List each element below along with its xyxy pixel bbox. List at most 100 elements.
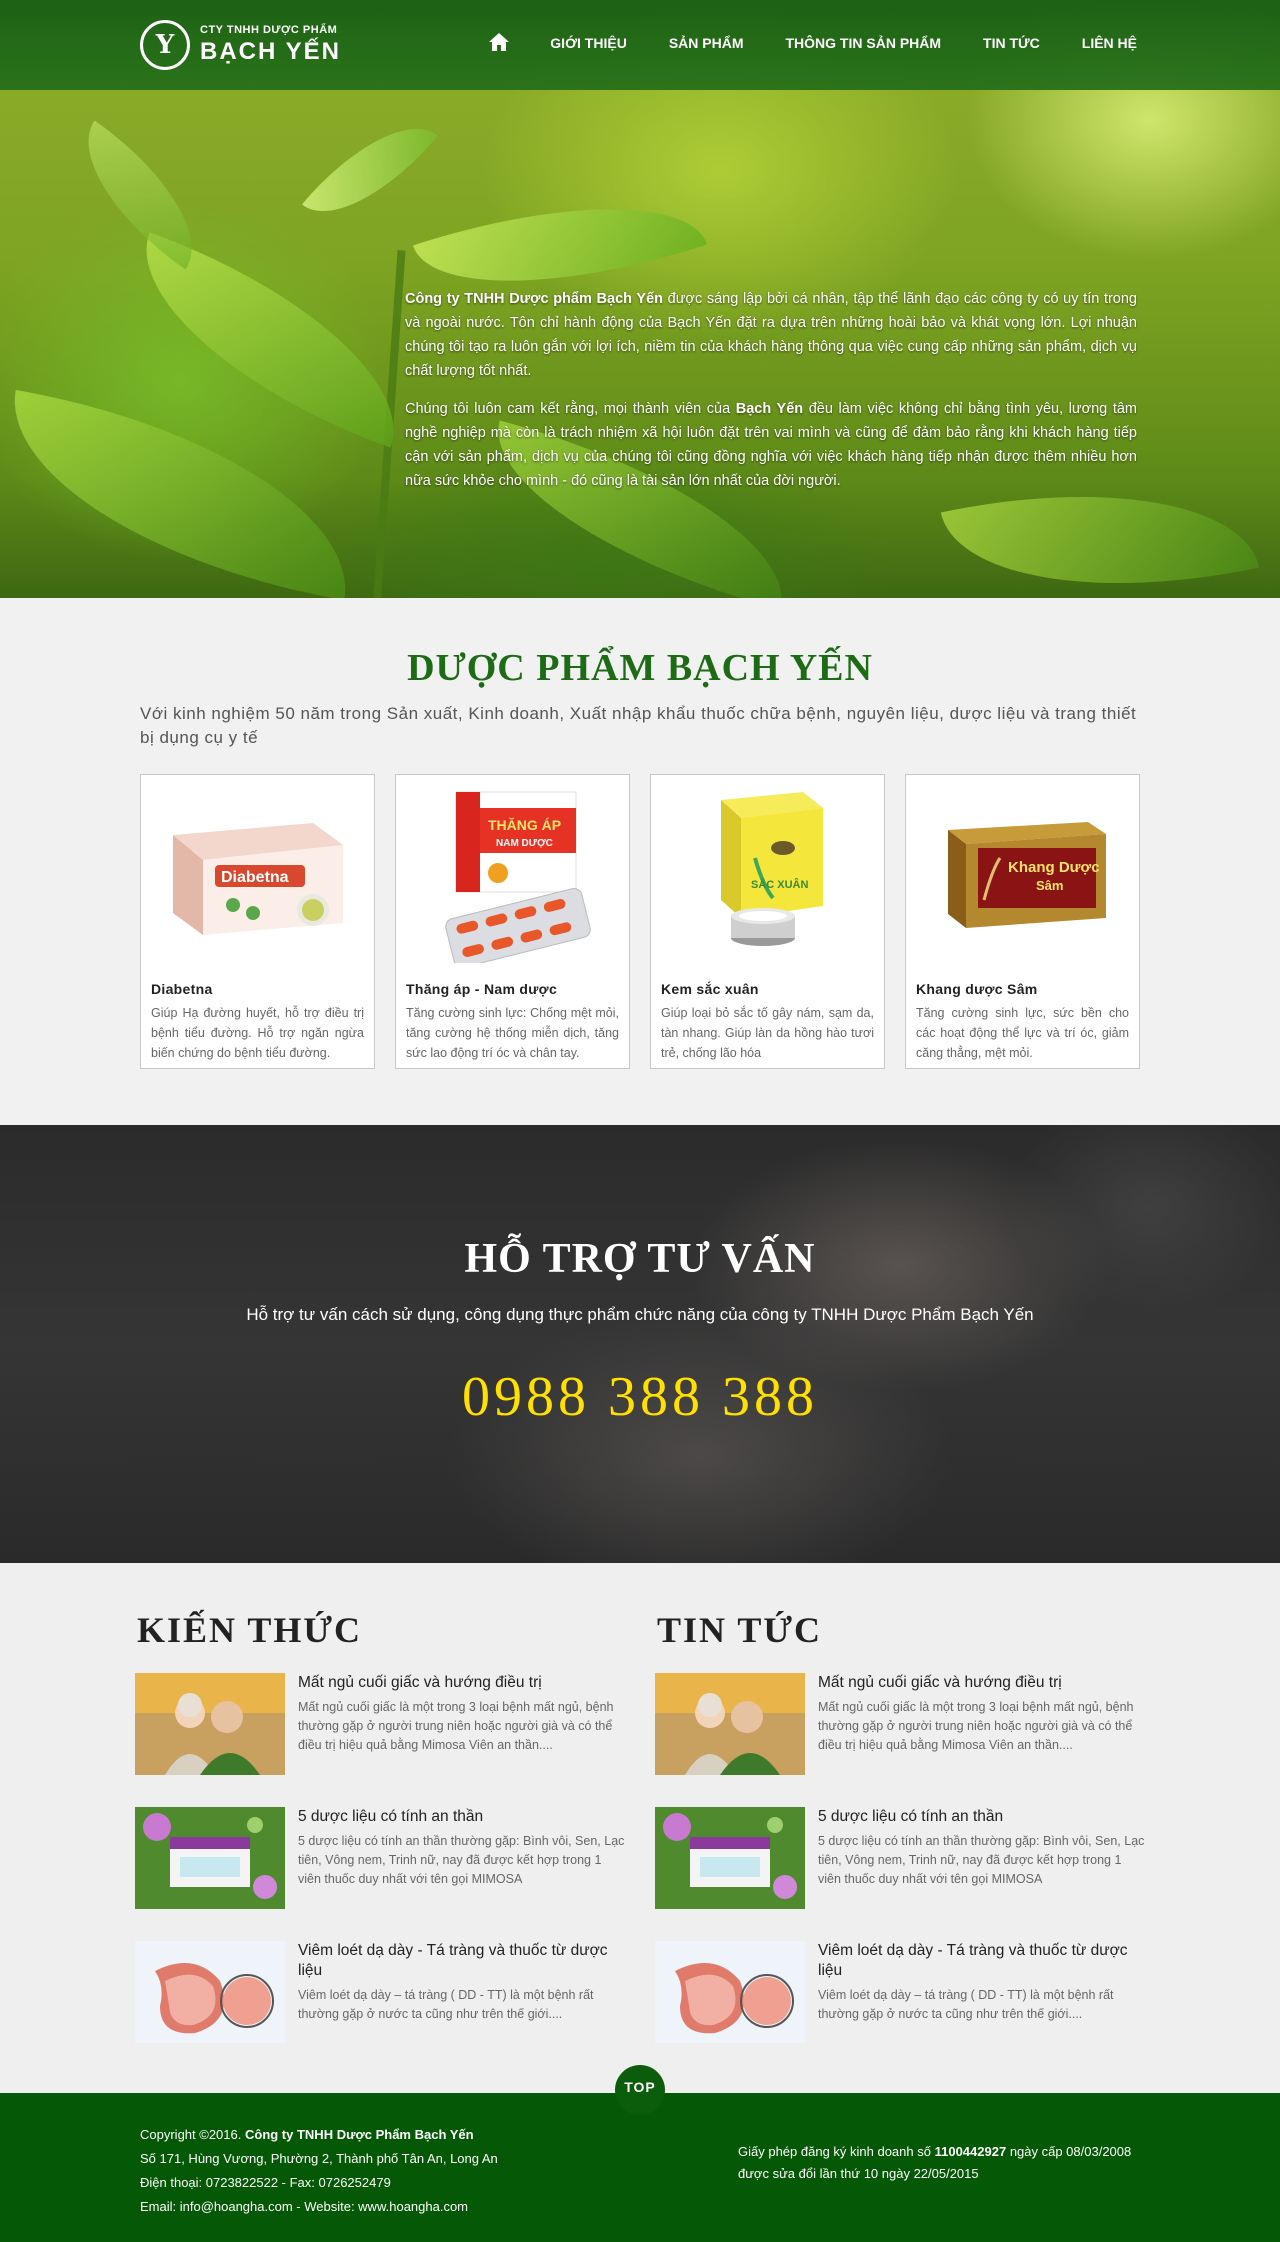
article-title[interactable]: Mất ngủ cuối giấc và hướng điều trị xyxy=(298,1673,625,1693)
license-date: ngày cấp 08/03/2008 xyxy=(1009,2144,1132,2159)
logo-tagline: CTY TNHH DƯỢC PHẨM xyxy=(200,24,338,36)
product-description: Giúp Hạ đường huyết, hỗ trợ điều trị bện… xyxy=(151,1006,364,1060)
logo-name: BẠCH YẾN xyxy=(200,38,341,65)
article-thumbnail[interactable] xyxy=(135,1673,285,1775)
tea-leaf-decoration xyxy=(108,232,432,448)
product-box-image: Khang Dược Sâm xyxy=(947,822,1106,928)
article-excerpt: Mất ngủ cuối giấc là một trong 3 loại bệ… xyxy=(818,1700,1134,1752)
article-title[interactable]: Viêm loét dạ dày - Tá tràng và thuốc từ … xyxy=(298,1941,625,1981)
support-section: HỖ TRỢ TƯ VẤN Hỗ trợ tư vấn cách sử dụng… xyxy=(0,1125,1280,1563)
brand-name: Bạch Yến xyxy=(735,401,804,417)
svg-text:NAM DƯỢC: NAM DƯỢC xyxy=(496,838,553,849)
back-to-top-button[interactable]: TOP xyxy=(615,2065,665,2115)
license-number: 1100442927 xyxy=(934,2144,1007,2159)
site-header: Y CTY TNHH DƯỢC PHẨM BẠCH YẾN GIỚI THIỆU… xyxy=(0,0,1280,90)
product-grid: Diabetna Diabetna Giúp Hạ đường huyết, h… xyxy=(140,774,1140,1069)
footer-license: Giấy phép đăng ký kinh doanh số 11004429… xyxy=(738,2141,1131,2185)
product-name[interactable]: Thăng áp - Nam dược xyxy=(406,981,619,997)
support-title: HỖ TRỢ TƯ VẤN xyxy=(464,1236,816,1282)
article-excerpt: 5 dược liệu có tính an thần thường gặp: … xyxy=(298,1834,625,1886)
about-intro: Công ty TNHH Dược phẩm Bạch Yến được sán… xyxy=(405,287,1137,507)
svg-text:Sâm: Sâm xyxy=(1036,878,1063,893)
article-thumbnail[interactable] xyxy=(135,1807,285,1909)
column-heading: KIẾN THỨC xyxy=(137,1610,363,1650)
nav-gioi-thieu[interactable]: GIỚI THIỆU xyxy=(550,35,627,51)
about-paragraph-2: Chúng tôi luôn cam kết rằng, mọi thành v… xyxy=(405,397,1137,493)
svg-text:THĂNG ÁP: THĂNG ÁP xyxy=(488,817,561,833)
nav-thong-tin-san-pham[interactable]: THÔNG TIN SẢN PHẨM xyxy=(785,35,941,51)
tea-leaf-decoration xyxy=(0,389,371,598)
article-item[interactable]: Viêm loét dạ dày - Tá tràng và thuốc từ … xyxy=(135,1941,625,2075)
product-card[interactable]: SẮC XUÂN Kem sắc xuân Giúp loại bỏ sắc t… xyxy=(650,774,885,1069)
article-thumbnail[interactable] xyxy=(135,1941,285,2043)
copyright-label: Copyright ©2016. xyxy=(140,2127,242,2142)
column-heading: TIN TỨC xyxy=(657,1610,823,1650)
article-item[interactable]: Mất ngủ cuối giấc và hướng điều trị Mất … xyxy=(135,1673,625,1807)
product-box-image: SẮC XUÂN xyxy=(720,791,823,946)
product-name[interactable]: Diabetna xyxy=(151,981,364,997)
support-subtitle: Hỗ trợ tư vấn cách sử dụng, công dụng th… xyxy=(246,1305,1034,1324)
tea-leaf-decoration xyxy=(302,97,438,243)
site-footer: Copyright ©2016. Công ty TNHH Dược Phẩm … xyxy=(0,2093,1280,2242)
svg-text:Khang Dược: Khang Dược xyxy=(1008,859,1100,876)
footer-address: Số 171, Hùng Vương, Phường 2, Thành phố … xyxy=(140,2151,498,2166)
article-title[interactable]: Viêm loét dạ dày - Tá tràng và thuốc từ … xyxy=(818,1941,1145,1981)
product-image[interactable]: Khang Dược Sâm xyxy=(916,785,1129,965)
article-item[interactable]: Viêm loét dạ dày - Tá tràng và thuốc từ … xyxy=(655,1941,1145,2075)
product-description: Giúp loại bỏ sắc tố gây nám, sạm da, tàn… xyxy=(661,1006,874,1060)
footer-contact: Copyright ©2016. Công ty TNHH Dược Phẩm … xyxy=(140,2123,498,2219)
copyright-company: Công ty TNHH Dược Phẩm Bạch Yến xyxy=(244,2127,474,2142)
company-name: Công ty TNHH Dược phẩm Bạch Yến xyxy=(405,291,663,307)
hotline-number[interactable]: 0988 388 388 xyxy=(0,1365,1280,1429)
article-item[interactable]: 5 dược liệu có tính an thần 5 dược liệu … xyxy=(655,1807,1145,1941)
nav-san-pham[interactable]: SẢN PHẨM xyxy=(669,35,744,51)
product-box-image: THĂNG ÁP NAM DƯỢC xyxy=(444,791,591,963)
products-title: DƯỢC PHẨM BẠCH YẾN xyxy=(407,647,873,689)
about-text: Chúng tôi luôn cam kết rằng, mọi thành v… xyxy=(405,401,736,417)
product-description: Tăng cường sinh lực: Chống mệt mỏi, tăng… xyxy=(406,1006,619,1060)
copyright: Copyright ©2016. Công ty TNHH Dược Phẩm … xyxy=(140,2123,498,2147)
article-thumbnail[interactable] xyxy=(655,1807,805,1909)
product-description: Tăng cường sinh lực, sức bền cho các hoạ… xyxy=(916,1006,1129,1060)
svg-text:Diabetna: Diabetna xyxy=(221,869,289,886)
site-logo[interactable]: Y CTY TNHH DƯỢC PHẨM BẠCH YẾN xyxy=(140,20,341,70)
article-excerpt: Mất ngủ cuối giấc là một trong 3 loại bệ… xyxy=(298,1700,614,1752)
article-excerpt: 5 dược liệu có tính an thần thường gặp: … xyxy=(818,1834,1145,1886)
product-image[interactable]: THĂNG ÁP NAM DƯỢC xyxy=(406,785,619,965)
article-title[interactable]: 5 dược liệu có tính an thần xyxy=(298,1807,625,1827)
article-excerpt: Viêm loét dạ dày – tá tràng ( DD - TT) l… xyxy=(298,1988,594,2021)
tea-leaf-decoration xyxy=(54,120,226,270)
main-nav: GIỚI THIỆU SẢN PHẨM THÔNG TIN SẢN PHẨM T… xyxy=(488,32,1137,54)
hero-banner: Y CTY TNHH DƯỢC PHẨM BẠCH YẾN GIỚI THIỆU… xyxy=(0,0,1280,598)
svg-text:SẮC XUÂN: SẮC XUÂN xyxy=(751,878,809,891)
license-revision: được sửa đổi lần thứ 10 ngày 22/05/2015 xyxy=(738,2166,979,2181)
product-image[interactable]: SẮC XUÂN xyxy=(661,785,874,965)
article-thumbnail[interactable] xyxy=(655,1673,805,1775)
article-title[interactable]: 5 dược liệu có tính an thần xyxy=(818,1807,1145,1827)
footer-email[interactable]: Email: info@hoangha.com - Website: www.h… xyxy=(140,2195,498,2219)
home-icon[interactable] xyxy=(488,32,510,54)
product-card[interactable]: THĂNG ÁP NAM DƯỢC Thăng áp - Nam dược Tă… xyxy=(395,774,630,1069)
product-card[interactable]: Diabetna Diabetna Giúp Hạ đường huyết, h… xyxy=(140,774,375,1069)
article-item[interactable]: 5 dược liệu có tính an thần 5 dược liệu … xyxy=(135,1807,625,1941)
logo-emblem-icon: Y xyxy=(140,20,190,70)
product-box-image: Diabetna xyxy=(172,823,343,935)
products-subtitle: Với kinh nghiệm 50 năm trong Sản xuất, K… xyxy=(140,704,1137,747)
nav-lien-he[interactable]: LIÊN HỆ xyxy=(1082,35,1137,51)
product-name[interactable]: Kem sắc xuân xyxy=(661,981,874,997)
products-section: DƯỢC PHẨM BẠCH YẾN Với kinh nghiệm 50 nă… xyxy=(0,598,1280,1125)
license-label: Giấy phép đăng ký kinh doanh số xyxy=(738,2144,931,2159)
article-item[interactable]: Mất ngủ cuối giấc và hướng điều trị Mất … xyxy=(655,1673,1145,1807)
about-paragraph-1: Công ty TNHH Dược phẩm Bạch Yến được sán… xyxy=(405,287,1137,383)
product-name[interactable]: Khang dược Sâm xyxy=(916,981,1129,997)
product-image[interactable]: Diabetna xyxy=(151,785,364,965)
news-section: KIẾN THỨC Mất ngủ cuối giấc và hướng điề… xyxy=(0,1563,1280,2115)
footer-phone: Điện thoại: 0723822522 - Fax: 0726252479 xyxy=(140,2175,391,2190)
news-column: TIN TỨC Mất ngủ cuối giấc và hướng điều … xyxy=(655,1609,1145,2075)
nav-tin-tuc[interactable]: TIN TỨC xyxy=(983,35,1040,51)
license-line: Giấy phép đăng ký kinh doanh số 11004429… xyxy=(738,2141,1131,2163)
article-thumbnail[interactable] xyxy=(655,1941,805,2043)
product-card[interactable]: Khang Dược Sâm Khang dược Sâm Tăng cường… xyxy=(905,774,1140,1069)
article-excerpt: Viêm loét dạ dày – tá tràng ( DD - TT) l… xyxy=(818,1988,1114,2021)
article-title[interactable]: Mất ngủ cuối giấc và hướng điều trị xyxy=(818,1673,1145,1693)
